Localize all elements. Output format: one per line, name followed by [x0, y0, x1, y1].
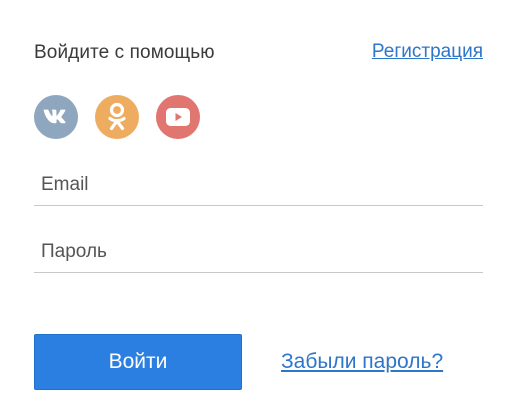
forgot-password-link[interactable]: Забыли пароль?: [281, 350, 443, 374]
login-header: Войдите с помощью Регистрация: [34, 40, 483, 68]
youtube-icon: [166, 108, 190, 126]
odnoklassniki-login-button[interactable]: [95, 95, 139, 139]
social-login-buttons: [34, 95, 200, 139]
password-field: [34, 232, 483, 273]
password-input[interactable]: [34, 232, 483, 272]
register-link[interactable]: Регистрация: [372, 41, 483, 63]
email-field: [34, 165, 483, 206]
vk-login-button[interactable]: [34, 95, 78, 139]
odnoklassniki-icon: [108, 102, 126, 131]
login-button[interactable]: Войти: [34, 334, 242, 390]
youtube-login-button[interactable]: [156, 95, 200, 139]
login-panel: Войдите с помощью Регистрация Вой: [0, 0, 516, 409]
login-with-label: Войдите с помощью: [34, 42, 215, 63]
vk-icon: [43, 109, 66, 124]
email-input[interactable]: [34, 165, 483, 205]
